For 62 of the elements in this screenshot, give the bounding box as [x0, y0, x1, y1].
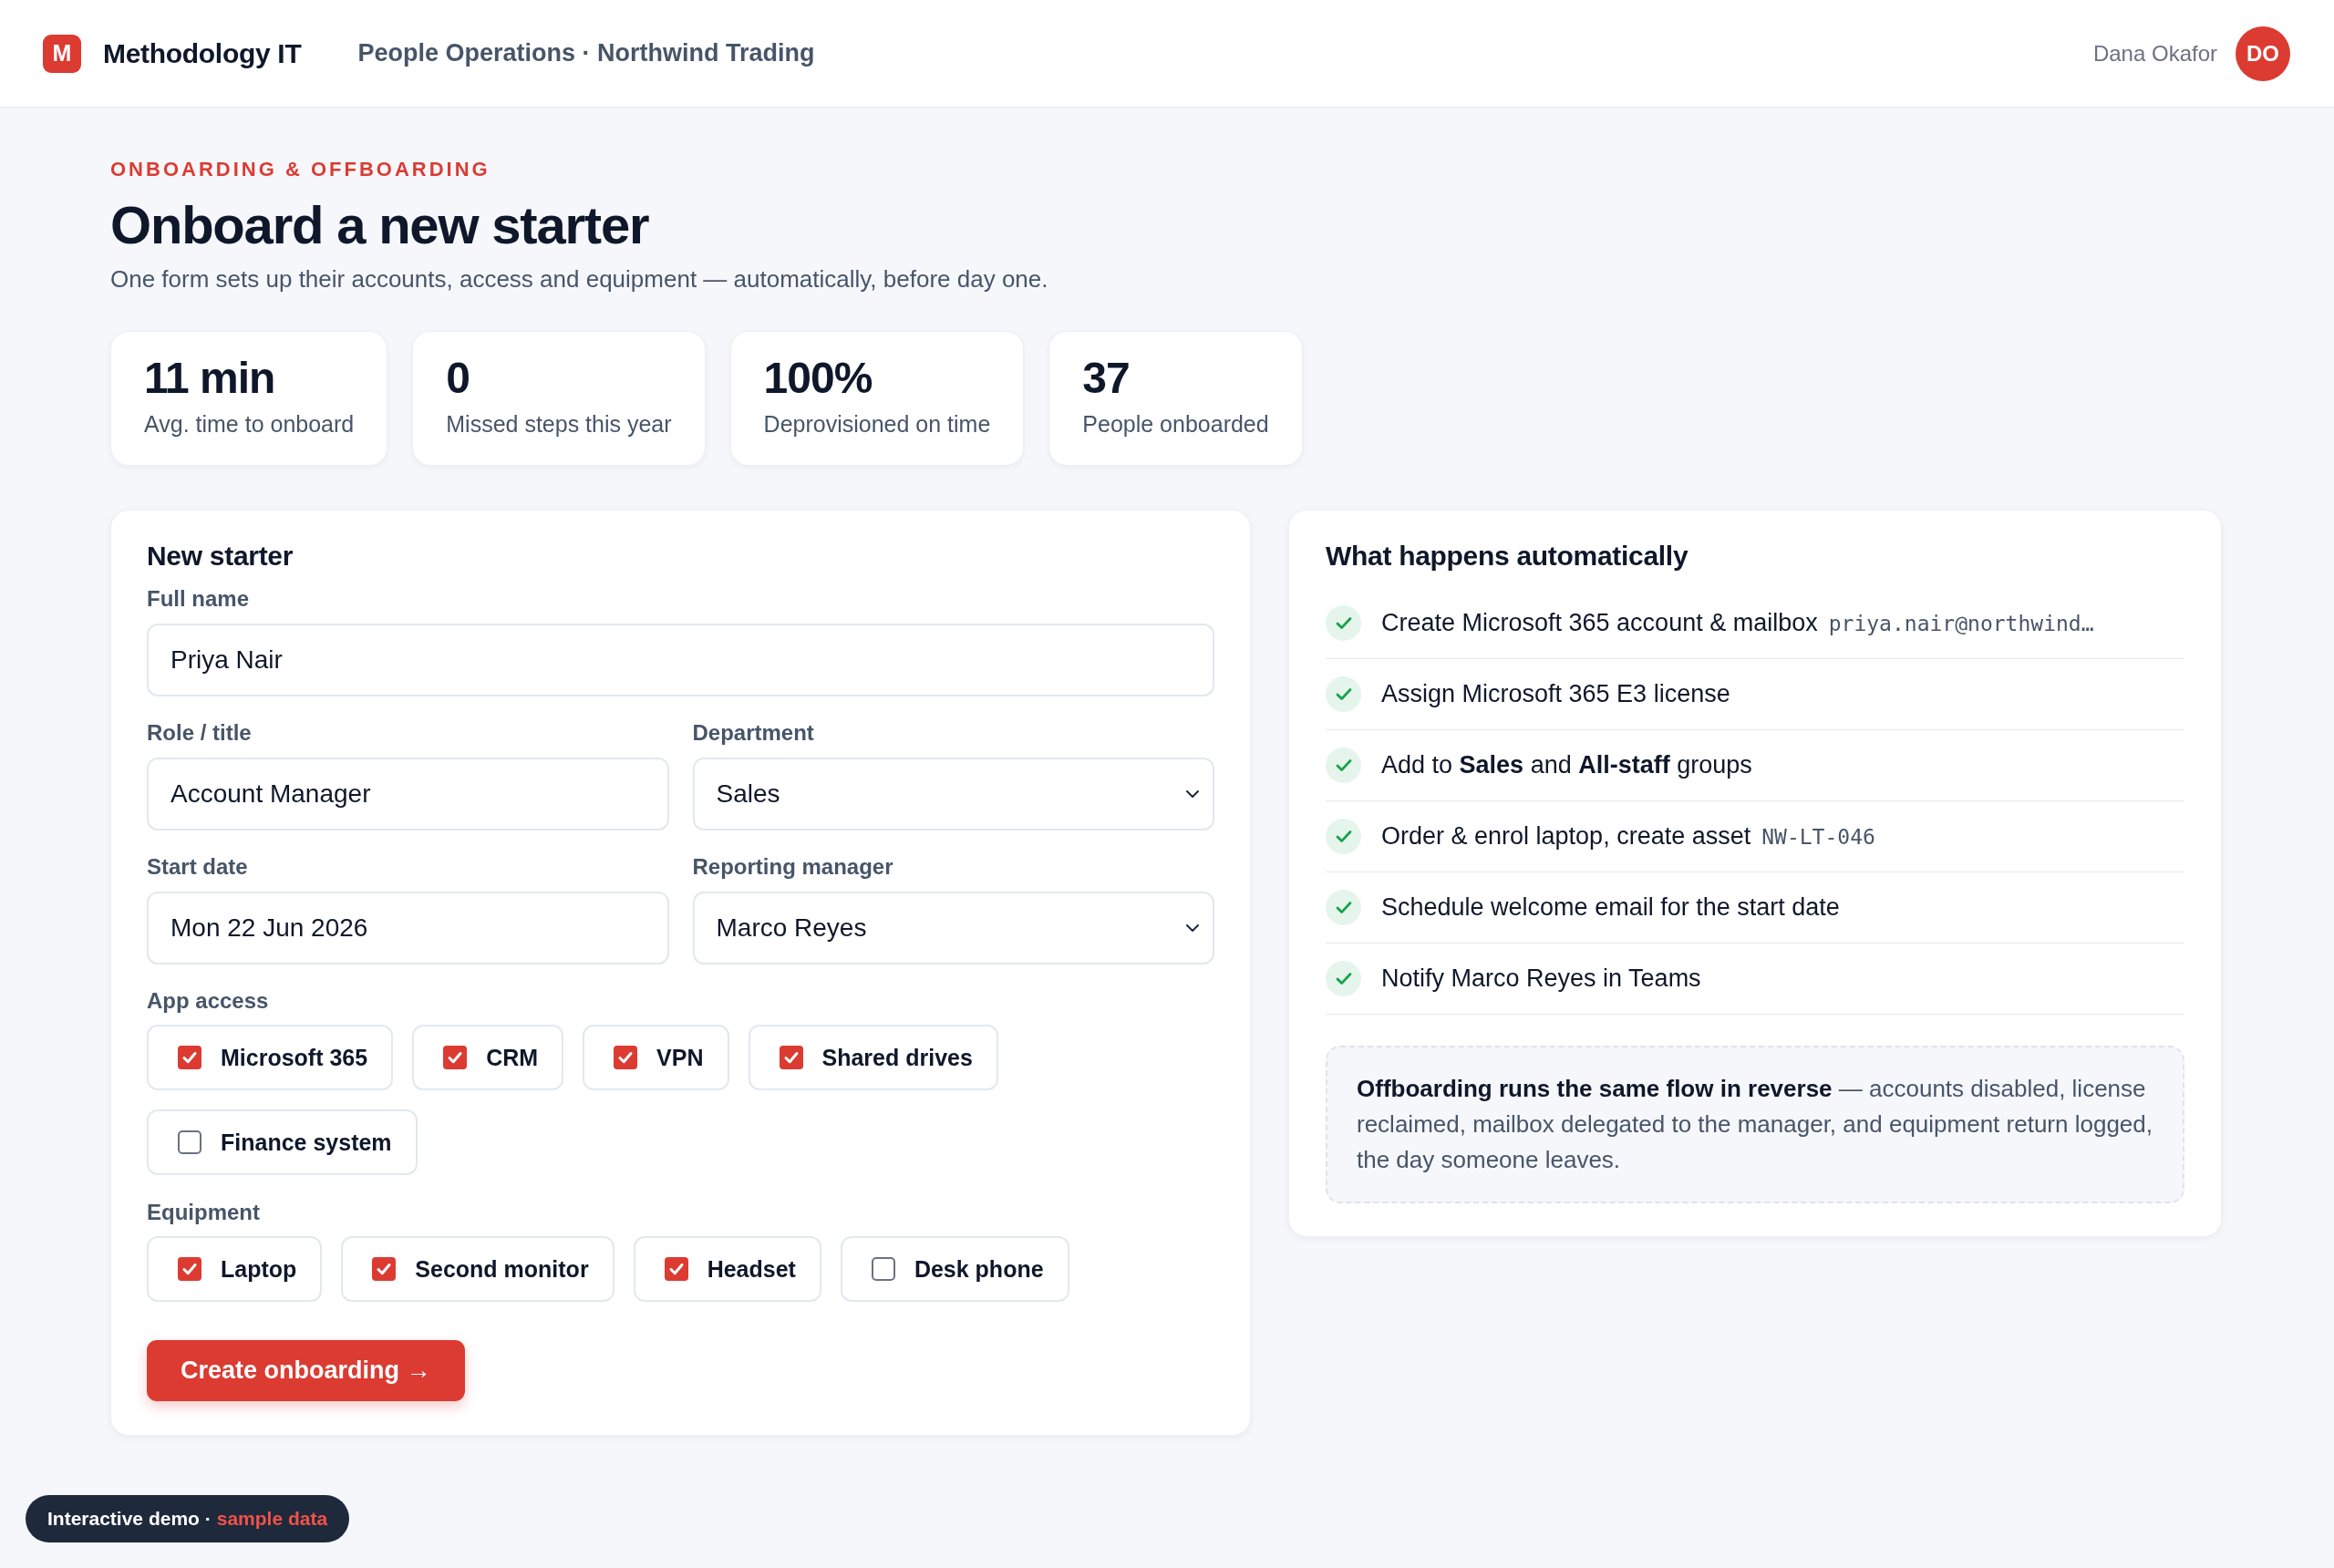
- checkbox-option[interactable]: Finance system: [147, 1109, 418, 1175]
- dropdown-field[interactable]: Marco Reyes: [692, 892, 1214, 965]
- avatar[interactable]: DO: [2236, 26, 2290, 81]
- checkbox-icon[interactable]: [664, 1257, 688, 1281]
- logo-mark: M: [43, 34, 81, 73]
- field-label: Full name: [147, 585, 251, 613]
- step-text: Schedule welcome email for the start date: [1381, 893, 1840, 922]
- dropdown-field[interactable]: Sales: [692, 758, 1214, 830]
- text-field[interactable]: Priya Nair: [147, 624, 1214, 696]
- step-text: Create Microsoft 365 account & mailbox: [1381, 609, 1818, 637]
- stat-label: Missed steps this year: [446, 410, 672, 438]
- stat-label: Avg. time to onboard: [144, 410, 355, 438]
- checkbox-option[interactable]: CRM: [412, 1025, 564, 1090]
- stat-label: Deprovisioned on time: [763, 410, 991, 438]
- user-name: Dana Okafor: [2092, 40, 2217, 67]
- form-title: New starter: [147, 540, 294, 573]
- stat-label: People onboarded: [1082, 410, 1269, 438]
- field-label: Role / title: [147, 719, 253, 747]
- brand-name: Methodology IT: [103, 37, 302, 69]
- field-label: Department: [692, 719, 815, 747]
- workspace-title: People Operations · Northwind Trading: [357, 39, 815, 67]
- info-note: Offboarding runs the same flow in reverse — accounts disabled, license reclaimed, mailbox delegated to the manager, and equipment return logged, the day someone leaves.: [1326, 1046, 2184, 1203]
- stat-value: 0: [446, 355, 470, 402]
- stat-value: 37: [1082, 355, 1131, 402]
- field-label: Start date: [147, 853, 249, 881]
- step-text: Add to Sales and All-staff groups: [1381, 751, 1752, 779]
- section-eyebrow: ONBOARDING & OFFBOARDING: [110, 157, 491, 182]
- checkbox-option[interactable]: Headset: [633, 1236, 821, 1302]
- checkbox-icon[interactable]: [443, 1046, 468, 1069]
- checkbox-icon[interactable]: [178, 1130, 201, 1154]
- stat-value: 11 min: [144, 355, 276, 402]
- page-title: Onboard a new starter: [110, 194, 650, 256]
- step-text: Order & enrol laptop, create asset: [1381, 822, 1751, 851]
- caret-icon: [1185, 923, 1200, 933]
- checkbox-option[interactable]: Shared drives: [748, 1025, 998, 1090]
- code-text: NW-LT-046: [1761, 824, 1875, 849]
- field-label: Reporting manager: [692, 853, 894, 881]
- badge-highlight: sample data: [216, 1508, 328, 1530]
- checkbox-icon[interactable]: [372, 1257, 397, 1281]
- checkbox-option[interactable]: VPN: [583, 1025, 729, 1090]
- text-field[interactable]: Account Manager: [147, 758, 669, 830]
- checkbox-icon[interactable]: [779, 1046, 803, 1069]
- step-text: Notify Marco Reyes in Teams: [1381, 965, 1701, 993]
- panel-title: What happens automatically: [1326, 540, 1689, 573]
- checkbox-option[interactable]: Desk phone: [840, 1236, 1069, 1302]
- checkbox-option[interactable]: Second monitor: [341, 1236, 614, 1302]
- field-label: Equipment: [147, 1199, 261, 1226]
- checkbox-option[interactable]: Microsoft 365: [147, 1025, 394, 1090]
- text-field[interactable]: Mon 22 Jun 2026: [147, 892, 669, 965]
- badge-text: Interactive demo ·: [47, 1508, 212, 1530]
- create-button[interactable]: Create onboarding →: [147, 1340, 465, 1401]
- checkbox-icon[interactable]: [614, 1046, 638, 1069]
- step-text: Assign Microsoft 365 E3 license: [1381, 680, 1730, 708]
- checkbox-icon[interactable]: [178, 1046, 201, 1069]
- checkbox-icon[interactable]: [178, 1257, 201, 1281]
- page-subtitle: One form sets up their accounts, access and equipment — automatically, before day one.: [110, 264, 1049, 294]
- caret-icon: [1185, 789, 1200, 799]
- checkbox-option[interactable]: Laptop: [147, 1236, 323, 1302]
- checkbox-icon[interactable]: [871, 1257, 895, 1281]
- field-label: App access: [147, 987, 270, 1015]
- stat-value: 100%: [763, 355, 873, 402]
- code-text: priya.nair@northwind…: [1828, 611, 2094, 635]
